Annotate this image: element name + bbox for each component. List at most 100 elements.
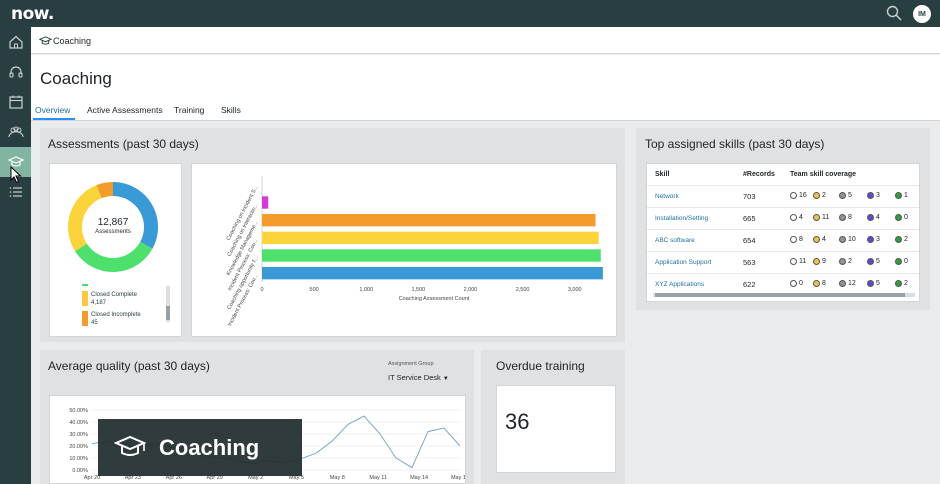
coverage-count: 1 (895, 192, 908, 199)
coverage-count: 5 (839, 192, 852, 199)
coverage-value: 5 (848, 192, 852, 199)
coverage-level-icon (790, 280, 797, 287)
coverage-level-icon (813, 280, 820, 287)
bar[interactable] (262, 266, 603, 280)
y-tick-label: 50.00% (69, 408, 88, 414)
breadcrumb-label[interactable]: Coaching (53, 36, 91, 46)
coverage-value: 1 (904, 192, 908, 199)
coverage-level-icon (839, 192, 846, 199)
coverage-value: 2 (904, 236, 908, 243)
y-tick-label: 40.00% (69, 420, 88, 426)
team-icon (7, 126, 24, 138)
bar[interactable] (262, 213, 596, 227)
coverage-level-icon (813, 192, 820, 199)
skills-panel: Top assigned skills (past 30 days) Skill… (636, 128, 930, 310)
coverage-count: 4 (790, 214, 803, 221)
coverage-value: 10 (848, 236, 856, 243)
y-tick-label: 0.00% (72, 468, 88, 474)
skills-title: Top assigned skills (past 30 days) (645, 137, 825, 151)
bar[interactable] (262, 249, 601, 262)
overdue-card[interactable]: 36 (496, 385, 616, 473)
table-row[interactable]: XYZ Applications 622 0 8 12 5 2 (647, 273, 919, 295)
records-value: 665 (743, 214, 756, 223)
skill-link[interactable]: XYZ Applications (655, 281, 704, 288)
skill-link[interactable]: Application Support (655, 259, 711, 266)
coverage-level-icon (839, 258, 846, 265)
coverage-level-icon (895, 192, 902, 199)
skill-link[interactable]: Installation/Setting (655, 215, 708, 222)
coverage-value: 2 (848, 258, 852, 265)
coverage-level-icon (895, 236, 902, 243)
tab-skills[interactable]: Skills (221, 105, 241, 115)
legend-swatch-green (82, 284, 88, 286)
x-axis-label: Coaching Assessment Count (399, 296, 470, 302)
skill-link[interactable]: Network (655, 193, 679, 200)
coverage-value: 8 (799, 236, 803, 243)
legend-label-complete: Closed Complete (91, 292, 138, 298)
table-row[interactable]: Application Support 563 11 9 2 5 0 (647, 251, 919, 273)
nav-home[interactable] (0, 27, 31, 57)
coverage-count: 10 (839, 236, 856, 243)
coverage-count: 2 (895, 236, 908, 243)
coverage-level-icon (839, 280, 846, 287)
group-select[interactable]: IT Service Desk ▼ (388, 373, 449, 382)
x-tick-label: 3,000 (568, 287, 582, 293)
coverage-count: 2 (895, 280, 908, 287)
coverage-count: 0 (895, 258, 908, 265)
col-header-skill[interactable]: Skill (655, 171, 669, 178)
col-header-coverage[interactable]: Team skill coverage (790, 171, 856, 178)
coverage-level-icon (867, 214, 874, 221)
skills-table: Skill #Records Team skill coverage Netwo… (646, 163, 920, 302)
table-row[interactable]: ABC software 654 8 4 10 3 2 (647, 229, 919, 251)
nav-team[interactable] (0, 117, 31, 147)
tab-active-assessments[interactable]: Active Assessments (87, 105, 163, 115)
now-logo[interactable]: now. (11, 4, 54, 24)
records-value: 622 (743, 280, 756, 289)
coverage-count: 12 (839, 280, 856, 287)
nav-calendar[interactable] (0, 87, 31, 117)
coverage-value: 3 (876, 192, 880, 199)
coverage-value: 4 (799, 214, 803, 221)
coverage-count: 3 (867, 236, 880, 243)
headset-icon (8, 66, 23, 78)
avatar[interactable]: IM (913, 5, 931, 23)
coverage-level-icon (813, 236, 820, 243)
legend-scrollbar[interactable] (166, 286, 170, 322)
skill-link[interactable]: ABC software (655, 237, 695, 244)
coverage-count: 8 (813, 280, 826, 287)
graduation-cap-icon (114, 435, 146, 456)
table-scrollbar[interactable] (653, 293, 915, 297)
coverage-level-icon (867, 236, 874, 243)
coverage-count: 8 (839, 214, 852, 221)
home-icon (8, 35, 23, 49)
col-header-records[interactable]: #Records (743, 171, 775, 178)
y-tick-label: 30.00% (69, 432, 88, 438)
coverage-level-icon (790, 192, 797, 199)
coverage-value: 8 (848, 214, 852, 221)
coverage-count: 8 (790, 236, 803, 243)
mouse-cursor-icon (10, 166, 22, 184)
coverage-count: 5 (867, 258, 880, 265)
quality-title: Average quality (past 30 days) (48, 359, 210, 373)
coverage-level-icon (867, 258, 874, 265)
nav-support[interactable] (0, 57, 31, 87)
legend-swatch-complete (82, 291, 88, 306)
assessments-title: Assessments (past 30 days) (48, 137, 199, 151)
search-icon[interactable] (886, 5, 902, 21)
coverage-level-icon (813, 214, 820, 221)
group-value: IT Service Desk (388, 373, 441, 382)
tab-training[interactable]: Training (174, 105, 204, 115)
coverage-count: 3 (867, 192, 880, 199)
coverage-value: 0 (904, 258, 908, 265)
bar[interactable] (262, 196, 269, 209)
x-tick-label: 1,000 (359, 287, 373, 293)
bar[interactable] (262, 231, 599, 245)
coverage-count: 9 (813, 258, 826, 265)
table-row[interactable]: Installation/Setting 665 4 11 8 4 0 (647, 207, 919, 229)
bar-chart-card: 0 500 1,000 1,500 2,000 2,500 3,000 Coaching As… (191, 163, 617, 337)
coverage-level-icon (867, 192, 874, 199)
x-tick-label: 500 (310, 287, 319, 293)
tab-overview[interactable]: Overview (35, 105, 70, 115)
table-row[interactable]: Network 703 16 2 5 3 1 (647, 185, 919, 207)
chevron-down-icon: ▼ (442, 376, 449, 382)
